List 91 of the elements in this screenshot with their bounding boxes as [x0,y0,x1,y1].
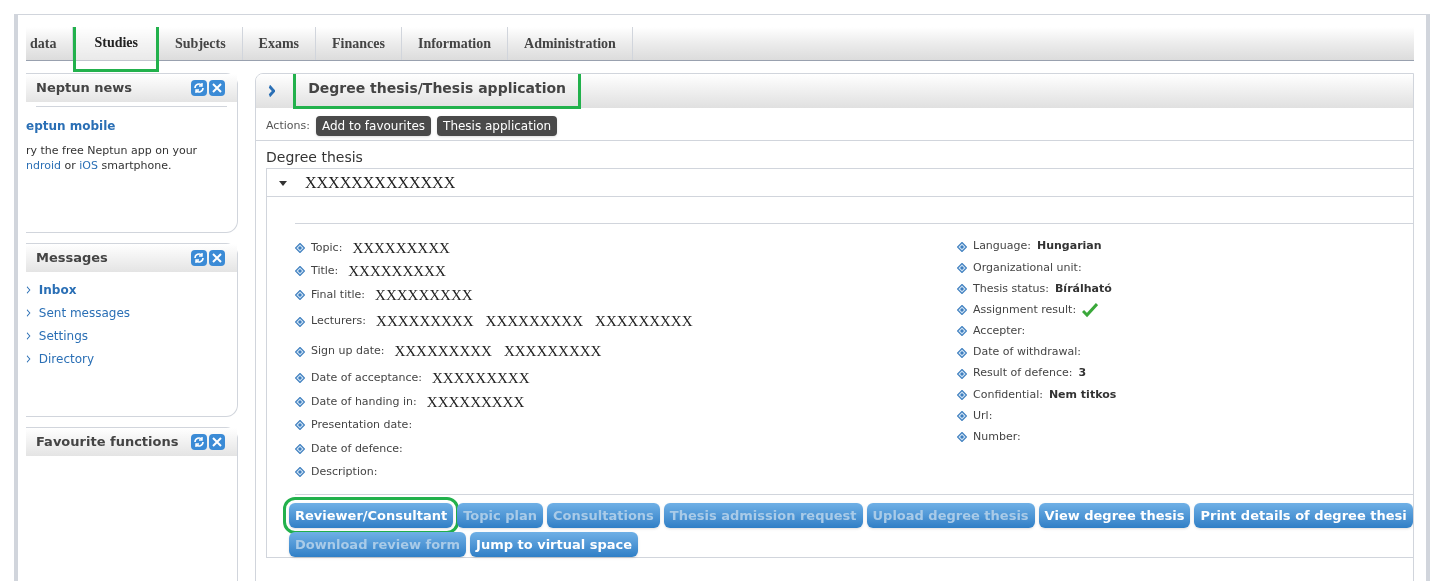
section-title: Degree thesis [265,148,364,167]
diamond-icon [295,289,305,300]
panel-title: Messages [36,249,108,268]
field-value: XXXXXXXXX [348,262,446,281]
diamond-icon [957,262,967,273]
news-link[interactable]: eptun mobile [26,117,116,135]
field-label: Result of defence: [973,365,1073,382]
field-value: 3 [1078,365,1087,382]
field-value: XXXXXXXXX [352,238,450,258]
diamond-icon [957,432,967,443]
action-button[interactable]: Thesis application [437,116,558,136]
nav-tab[interactable]: data [26,27,74,60]
diamond-icon [295,346,305,357]
field-label: Thesis status: [973,280,1049,297]
diamond-icon [957,305,967,316]
field-value: XXXXXXXXX [375,285,473,305]
actions-label: Actions: [266,117,310,134]
diamond-icon [957,241,967,252]
chevron-icon [26,332,31,340]
page-title: Degree thesis/Thesis application [293,74,582,109]
chevron-icon [26,286,31,294]
close-icon[interactable] [209,434,225,450]
thesis-name: XXXXXXXXXXXXX [305,172,456,193]
diamond-icon [957,389,967,400]
action-button[interactable]: Add to favourites [315,116,432,136]
field-label: Presentation date: [311,417,413,433]
field-value: XXXXXXXXX [376,312,474,332]
diamond-icon [957,283,967,294]
message-link[interactable]: Inbox [38,281,77,299]
diamond-icon [295,420,305,431]
close-icon[interactable] [209,250,225,266]
field-value: XXXXXXXXX [432,369,530,388]
chevron-icon [26,355,31,363]
field-label: Number: [973,429,1021,446]
field-label: Accepter: [973,323,1026,340]
nav-tab[interactable]: Exams [242,27,317,60]
refresh-icon[interactable] [191,80,207,96]
field-label: Url: [973,407,993,424]
panel-title: Neptun news [36,79,133,98]
nav-tab[interactable]: Administration [508,27,633,60]
nav-tab[interactable]: Finances [316,27,402,60]
diamond-icon [295,266,305,277]
news-text: ry the free Neptun app on your ndroid or iOS smartphone. [26,143,199,173]
message-link[interactable]: Directory [38,350,95,368]
diamond-icon [295,396,305,407]
field-label: Date of defence: [311,440,403,457]
diamond-icon [957,326,967,337]
diamond-icon [295,373,305,384]
field-label: Language: [973,238,1031,255]
field-value: XXXXXXXXX [426,392,525,412]
refresh-icon[interactable] [191,250,207,266]
message-link[interactable]: Sent messages [38,304,131,322]
message-link[interactable]: Settings [38,327,88,345]
field-label: Assignment result: [973,301,1077,318]
caret-icon[interactable] [279,178,287,187]
field-label: Lecturers: [311,313,367,330]
field-value: Hungarian [1037,238,1102,255]
field-label: Final title: [311,286,366,303]
panel-title: Favourite functions [36,433,179,452]
diamond-icon [295,316,305,327]
field-label: Organizational unit: [973,259,1082,276]
field-value: Nem titkos [1048,386,1117,403]
field-label: Confidential: [973,386,1043,403]
field-label: Description: [311,464,378,480]
action-button[interactable]: Print details of degree thesi [1194,503,1413,528]
diamond-icon [957,368,967,379]
close-icon[interactable] [209,80,225,96]
field-label: Title: [311,263,339,279]
nav-tab[interactable]: Information [401,27,509,60]
diamond-icon [295,242,305,253]
chevron-icon [26,309,31,317]
diamond-icon [957,411,967,422]
action-button[interactable]: View degree thesis [1038,503,1191,528]
nav-tab[interactable]: Subjects [159,27,243,60]
diamond-icon [295,443,305,454]
refresh-icon[interactable] [191,434,207,450]
field-label: Date of withdrawal: [973,344,1081,361]
diamond-icon [295,467,305,478]
field-value: XXXXXXXXX [485,312,584,332]
field-value: Bírálható [1055,280,1112,297]
diamond-icon [957,347,967,358]
action-button[interactable]: Jump to virtual space [470,532,639,557]
field-value: XXXXXXXXX [394,342,492,362]
field-label: Date of handing in: [311,393,417,410]
nav-tab[interactable]: Studies [73,27,160,72]
field-label: Sign up date: [311,343,385,360]
field-value: XXXXXXXXX [503,342,602,362]
field-value: XXXXXXXXX [595,312,693,332]
field-label: Topic: [311,239,343,256]
chevron-icon [268,85,276,97]
field-label: Date of acceptance: [311,370,423,386]
